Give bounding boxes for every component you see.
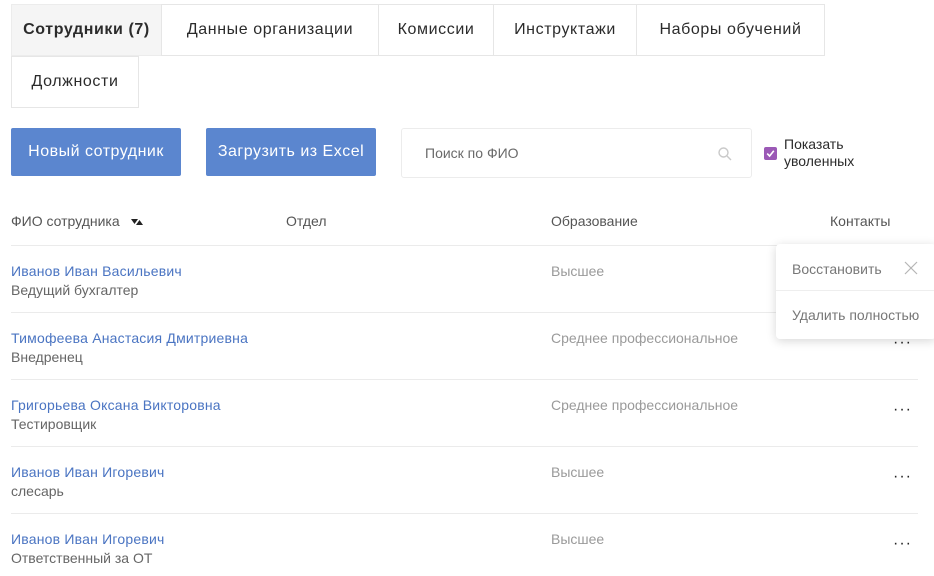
- column-header-education: Образование: [551, 213, 638, 229]
- delete-permanently-menu-item[interactable]: Удалить полностью: [792, 307, 919, 323]
- show-dismissed-label[interactable]: Показать уволенных: [784, 136, 874, 170]
- new-employee-button[interactable]: Новый сотрудник: [11, 128, 181, 176]
- check-icon: [766, 150, 775, 158]
- tab-employees[interactable]: Сотрудники (7): [11, 4, 162, 56]
- upload-excel-button[interactable]: Загрузить из Excel: [206, 128, 376, 176]
- employee-education: Высшее: [551, 531, 605, 547]
- column-header-contacts: Контакты: [830, 213, 891, 229]
- show-dismissed-control[interactable]: Показать уволенных: [764, 136, 874, 170]
- employee-position: Ответственный за ОТ: [11, 550, 153, 566]
- employee-education: Высшее: [551, 464, 605, 480]
- table-row: Иванов Иван Игоревич Ответственный за ОТ…: [11, 513, 918, 576]
- column-header-name-label: ФИО сотрудника: [11, 213, 120, 229]
- employee-name-link[interactable]: Тимофеева Анастасия Дмитриевна: [11, 330, 248, 346]
- restore-menu-item[interactable]: Восстановить: [792, 261, 882, 277]
- show-dismissed-checkbox[interactable]: [764, 147, 777, 160]
- more-actions-icon[interactable]: ···: [893, 402, 912, 418]
- employee-education: Среднее профессиональное: [551, 397, 739, 413]
- row-actions-popup: Восстановить Удалить полностью: [776, 244, 934, 339]
- tab-commissions[interactable]: Комиссии: [378, 4, 494, 56]
- search-icon[interactable]: [717, 146, 733, 162]
- table-row: Григорьева Оксана Викторовна Тестировщик…: [11, 379, 918, 446]
- sort-icon[interactable]: [130, 218, 143, 226]
- employee-name-link[interactable]: Иванов Иван Васильевич: [11, 263, 182, 279]
- search-box: [401, 128, 752, 178]
- tab-briefings[interactable]: Инструктажи: [493, 4, 637, 56]
- more-actions-icon[interactable]: ···: [893, 469, 912, 485]
- close-icon[interactable]: [904, 261, 918, 275]
- employee-position: Ведущий бухгалтер: [11, 282, 139, 298]
- employee-position: Внедренец: [11, 349, 83, 365]
- employee-position: слесарь: [11, 483, 64, 499]
- tab-organization-data[interactable]: Данные организации: [161, 4, 379, 56]
- tab-training-sets[interactable]: Наборы обучений: [636, 4, 825, 56]
- more-actions-icon[interactable]: ···: [893, 536, 912, 552]
- employee-name-link[interactable]: Иванов Иван Игоревич: [11, 464, 165, 480]
- column-header-department: Отдел: [286, 213, 327, 229]
- popup-divider: [776, 290, 934, 291]
- employee-name-link[interactable]: Григорьева Оксана Викторовна: [11, 397, 221, 413]
- tab-positions[interactable]: Должности: [11, 56, 139, 108]
- employee-education: Среднее профессиональное: [551, 330, 739, 346]
- more-actions-icon[interactable]: ···: [893, 335, 912, 351]
- employee-education: Высшее: [551, 263, 605, 279]
- search-input[interactable]: [402, 145, 702, 161]
- employee-name-link[interactable]: Иванов Иван Игоревич: [11, 531, 165, 547]
- employees-page: Сотрудники (7) Данные организации Комисс…: [0, 0, 934, 576]
- column-header-name[interactable]: ФИО сотрудника: [11, 213, 143, 229]
- table-row: Иванов Иван Игоревич слесарь Высшее ···: [11, 446, 918, 513]
- employee-position: Тестировщик: [11, 416, 97, 432]
